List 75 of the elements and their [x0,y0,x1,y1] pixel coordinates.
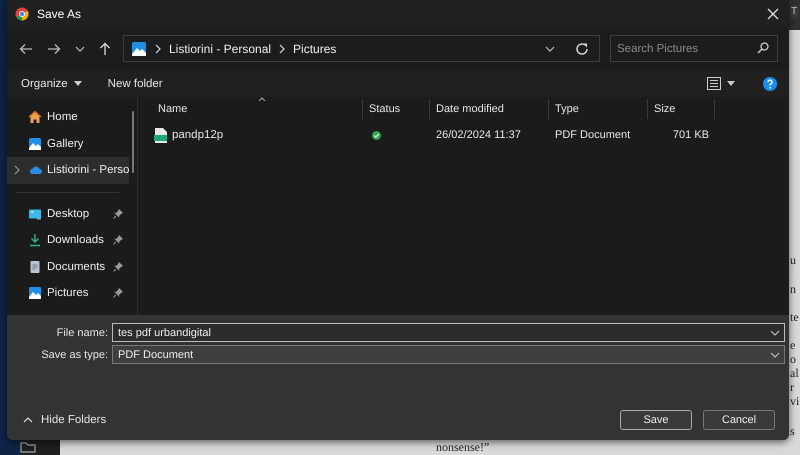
refresh-icon[interactable] [575,42,589,56]
help-icon[interactable] [763,76,777,90]
table-cell-text: 26/02/2024 11:37 [435,129,522,141]
chevron-down-icon[interactable] [545,46,555,52]
chevron-down-icon[interactable] [75,46,85,52]
breadcrumb-item[interactable]: Listiorini - Personal [169,42,272,56]
field-label: File name: [56,326,109,338]
file-name-field[interactable]: tes pdf urbandigital [112,323,785,342]
download-icon [28,233,42,248]
address-bar[interactable]: Listiorini - Personal Pictures [123,35,600,62]
forward-arrow-icon[interactable] [47,42,61,54]
home-icon [28,110,42,124]
caret-icon [74,81,82,86]
page-text: o [790,352,796,366]
table-cell-text: PDF Document [554,129,632,141]
cancel-button[interactable]: Cancel [703,410,775,430]
folder-icon [20,441,36,453]
page-text: r [790,380,794,394]
view-list-icon[interactable] [707,77,721,90]
picture-icon [28,136,42,151]
window-title: Save As [37,6,82,20]
pin-icon [113,235,124,246]
app-logo-icon [15,6,29,20]
chevron-right-icon[interactable] [14,165,20,176]
column-header[interactable]: Name [138,99,363,119]
organize-menu-button[interactable]: Organize [15,76,88,92]
sidebar-item[interactable]: Documents [7,254,130,280]
save-type-dropdown[interactable]: PDF Document [112,345,785,364]
sidebar-item[interactable]: Listiorini - Perso [7,157,130,184]
monitor-icon [28,206,42,221]
field-label: Save as type: [40,348,109,360]
chevron-down-icon [770,330,780,336]
column-header[interactable]: Size [648,99,715,119]
page-text: al [790,366,799,380]
file-name[interactable]: pandp12p [172,129,224,141]
back-arrow-icon[interactable] [19,42,33,54]
chevron-up-icon [23,417,33,423]
table-cell-text: 701 KB [672,129,710,141]
page-text: vi [790,394,800,408]
breadcrumb-item[interactable]: Pictures [293,42,336,56]
page-text: e [790,338,796,352]
hide-folders-button[interactable]: Hide Folders [15,414,106,426]
search-field[interactable]: Search Pictures [610,35,778,62]
scrollbar[interactable] [132,111,134,173]
pin-icon [113,208,124,219]
column-header[interactable]: Date modified [430,99,549,119]
chevron-right-icon [155,44,161,54]
page-text: n [790,282,796,296]
column-header[interactable]: Type [549,99,648,119]
up-arrow-icon[interactable] [99,42,111,56]
pictures-icon [131,40,147,56]
browser-tab[interactable]: T [790,5,798,18]
sidebar-item[interactable]: Pictures [7,280,130,306]
pin-icon [113,262,124,272]
new-folder-button[interactable]: New folder [102,76,169,92]
sidebar-item[interactable]: Desktop [7,200,130,227]
chevron-right-icon [279,44,286,54]
page-text: u [790,253,796,267]
page-text: nonsense!” [436,441,490,453]
picture-icon [28,286,42,300]
save-button[interactable]: Save [620,410,692,430]
pdf-file-icon [154,128,167,142]
search-icon [757,42,769,54]
sidebar-item[interactable]: Gallery [7,130,130,157]
column-header[interactable]: Status [363,99,430,119]
sidebar-item[interactable]: Home [7,104,130,130]
chevron-down-icon [770,352,780,358]
page-text: te [790,310,799,324]
sidebar-item[interactable]: Downloads [7,227,130,254]
pin-icon [113,288,124,298]
caret-icon[interactable] [727,81,735,86]
close-icon[interactable] [767,8,779,20]
page-text: s [790,424,795,438]
sort-caret-icon [258,97,266,101]
document-icon [28,260,42,274]
